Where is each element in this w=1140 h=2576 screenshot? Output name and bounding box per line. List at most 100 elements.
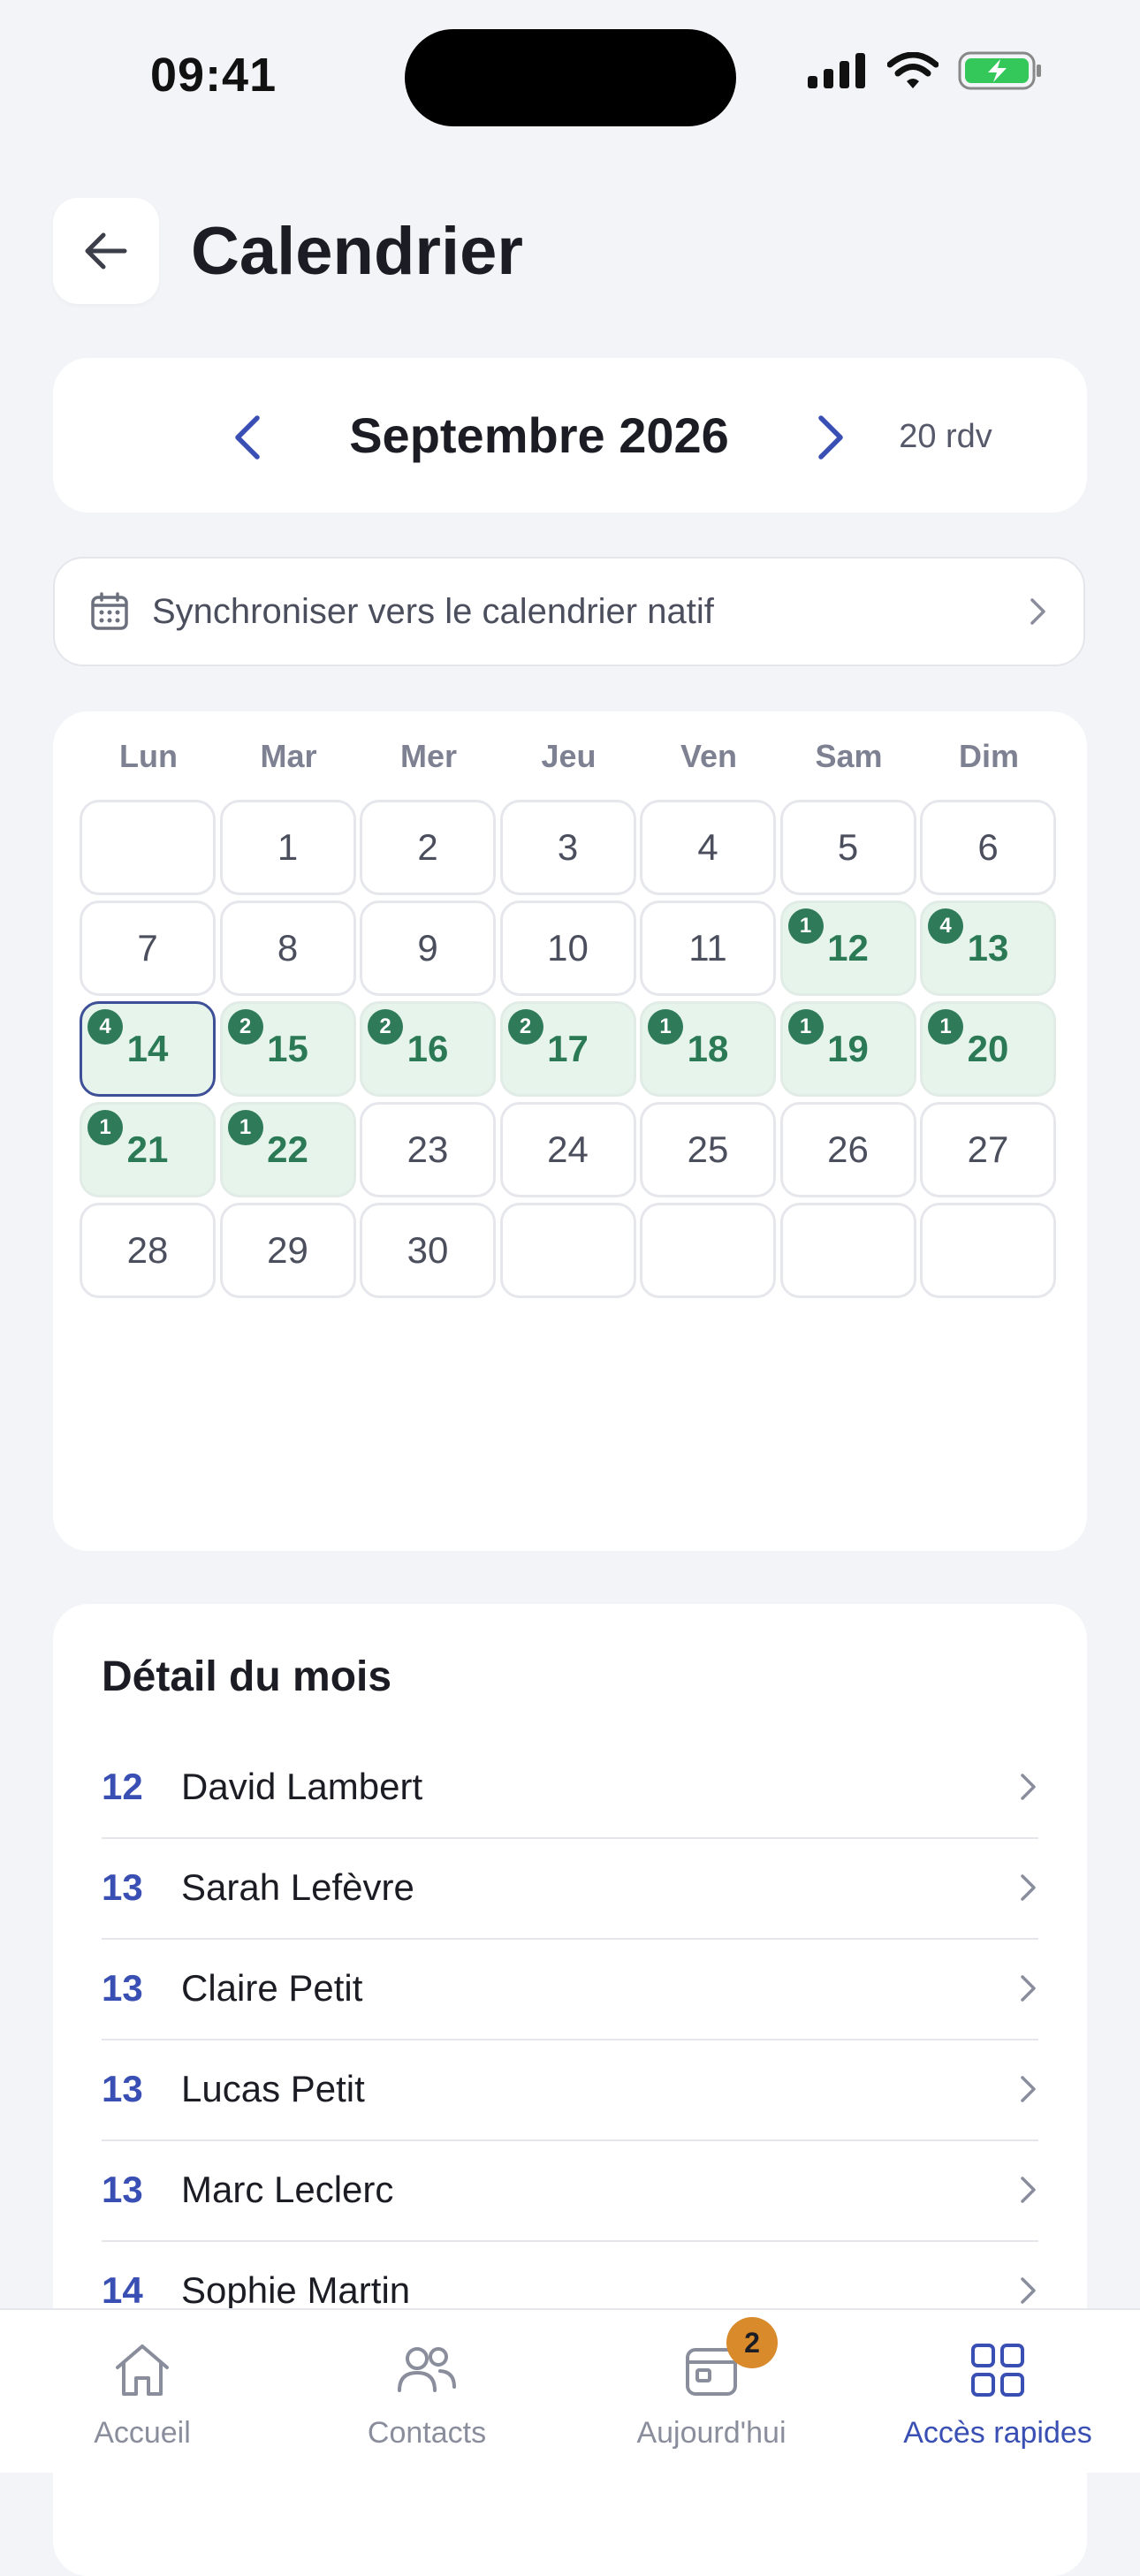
- sync-native-calendar-button[interactable]: Synchroniser vers le calendrier natif: [53, 557, 1085, 666]
- day-cell[interactable]: 2 15: [219, 1001, 356, 1097]
- appointment-row[interactable]: 12 David Lambert: [102, 1736, 1038, 1839]
- day-cell[interactable]: 1 18: [640, 1001, 776, 1097]
- weekday-label: Dim: [958, 738, 1019, 774]
- day-number: 22: [267, 1128, 308, 1170]
- appointment-day: 13: [102, 2169, 143, 2210]
- chevron-right-icon: [1021, 1874, 1036, 1901]
- chevron-left-icon: [235, 415, 260, 460]
- tab-label: Aujourd'hui: [636, 2416, 787, 2450]
- event-count-badge: 1: [227, 1110, 263, 1145]
- event-count-badge: 1: [787, 908, 824, 944]
- day-number: 11: [688, 927, 727, 969]
- day-cell[interactable]: 6: [920, 800, 1056, 895]
- appointment-day: 12: [102, 1766, 143, 1807]
- day-cell-empty: [640, 1203, 776, 1298]
- event-count-badge: 2: [368, 1009, 403, 1045]
- day-cell[interactable]: 1 21: [80, 1102, 216, 1197]
- day-cell-empty: [920, 1203, 1056, 1298]
- day-cell[interactable]: 1 19: [779, 1001, 916, 1097]
- day-cell[interactable]: 3: [499, 800, 636, 895]
- day-cell[interactable]: 1 12: [779, 900, 916, 996]
- chevron-right-icon: [1021, 1975, 1036, 2002]
- chevron-right-icon: [1021, 2277, 1036, 2304]
- day-cell[interactable]: 11: [640, 900, 776, 996]
- day-number: 14: [126, 1028, 169, 1069]
- day-cell[interactable]: 1 22: [219, 1102, 356, 1197]
- day-number: 6: [977, 826, 999, 868]
- day-cell[interactable]: 26: [779, 1102, 916, 1197]
- page-title: Calendrier: [191, 213, 523, 289]
- contact-name: David Lambert: [181, 1766, 423, 1807]
- tab-acces-rapides[interactable]: Accès rapides: [855, 2310, 1140, 2473]
- day-cell[interactable]: 30: [360, 1203, 496, 1298]
- day-cell[interactable]: 7: [80, 900, 216, 996]
- day-cell[interactable]: 8: [219, 900, 356, 996]
- day-cell[interactable]: 5: [779, 800, 916, 895]
- status-time: 09:41: [150, 49, 277, 102]
- people-icon: [398, 2347, 456, 2392]
- tab-contacts[interactable]: Contacts: [285, 2310, 569, 2473]
- day-number: 9: [417, 927, 438, 969]
- event-count-badge: 2: [507, 1009, 543, 1045]
- chevron-right-icon: [1030, 598, 1045, 625]
- chevron-right-icon: [1021, 1774, 1036, 1800]
- day-cell[interactable]: 4: [640, 800, 776, 895]
- previous-month-button[interactable]: [212, 398, 283, 477]
- event-count-badge: 4: [87, 1009, 123, 1045]
- tab-aujourdhui[interactable]: 2 Aujourd'hui: [569, 2310, 854, 2473]
- section-title: Détail du mois: [102, 1653, 392, 1700]
- day-number: 10: [547, 927, 589, 969]
- day-number: 25: [687, 1128, 729, 1170]
- signal-icon: [808, 53, 865, 88]
- day-number: 18: [687, 1028, 729, 1069]
- wifi-icon: [887, 52, 939, 88]
- day-cell[interactable]: 2: [360, 800, 496, 895]
- day-cell[interactable]: 10: [499, 900, 636, 996]
- day-number: 13: [967, 927, 1009, 969]
- day-cell[interactable]: 24: [499, 1102, 636, 1197]
- status-icons: [808, 51, 1043, 90]
- day-cell[interactable]: 1 20: [920, 1001, 1056, 1097]
- event-count-badge: 1: [87, 1110, 123, 1145]
- day-cell[interactable]: 1: [219, 800, 356, 895]
- day-cell[interactable]: 4 14: [80, 1001, 216, 1097]
- event-count-badge: 1: [648, 1009, 683, 1045]
- day-number: 19: [827, 1028, 869, 1069]
- day-cell[interactable]: 29: [219, 1203, 356, 1298]
- day-cell[interactable]: 2 17: [499, 1001, 636, 1097]
- appointment-row[interactable]: 13 Marc Leclerc: [102, 2139, 1038, 2242]
- day-cell[interactable]: 27: [920, 1102, 1056, 1197]
- weekday-label: Lun: [119, 738, 178, 774]
- day-cell[interactable]: 25: [640, 1102, 776, 1197]
- appointment-row[interactable]: 13 Lucas Petit: [102, 2039, 1038, 2141]
- appointment-day: 13: [102, 2068, 143, 2109]
- day-number: 4: [697, 826, 718, 868]
- day-cell[interactable]: 23: [360, 1102, 496, 1197]
- event-count-badge: 1: [787, 1009, 824, 1045]
- day-cell-empty: [80, 800, 216, 895]
- day-number: 20: [967, 1028, 1009, 1069]
- tab-accueil[interactable]: Accueil: [0, 2310, 285, 2473]
- day-cell[interactable]: 28: [80, 1203, 216, 1298]
- day-number: 21: [126, 1128, 169, 1170]
- appointment-row[interactable]: 13 Sarah Lefèvre: [102, 1837, 1038, 1940]
- back-button[interactable]: [53, 198, 159, 304]
- sync-label: Synchroniser vers le calendrier natif: [152, 591, 714, 631]
- day-cell[interactable]: 4 13: [920, 900, 1056, 996]
- dynamic-island: [405, 29, 736, 126]
- day-number: 1: [277, 826, 299, 868]
- contact-name: Lucas Petit: [181, 2068, 365, 2109]
- day-cell-empty: [499, 1203, 636, 1298]
- contact-name: Claire Petit: [181, 1967, 363, 2009]
- day-number: 24: [547, 1128, 589, 1170]
- day-number: 17: [547, 1028, 589, 1069]
- chevron-right-icon: [1021, 2177, 1036, 2203]
- calendar-icon: [91, 592, 128, 630]
- weekday-label: Jeu: [541, 738, 597, 774]
- tab-label: Accès rapides: [903, 2416, 1092, 2450]
- day-cell[interactable]: 2 16: [360, 1001, 496, 1097]
- day-cell[interactable]: 9: [360, 900, 496, 996]
- appointment-row[interactable]: 13 Claire Petit: [102, 1938, 1038, 2040]
- chevron-right-icon: [1021, 2076, 1036, 2102]
- contact-name: Sophie Martin: [181, 2269, 411, 2311]
